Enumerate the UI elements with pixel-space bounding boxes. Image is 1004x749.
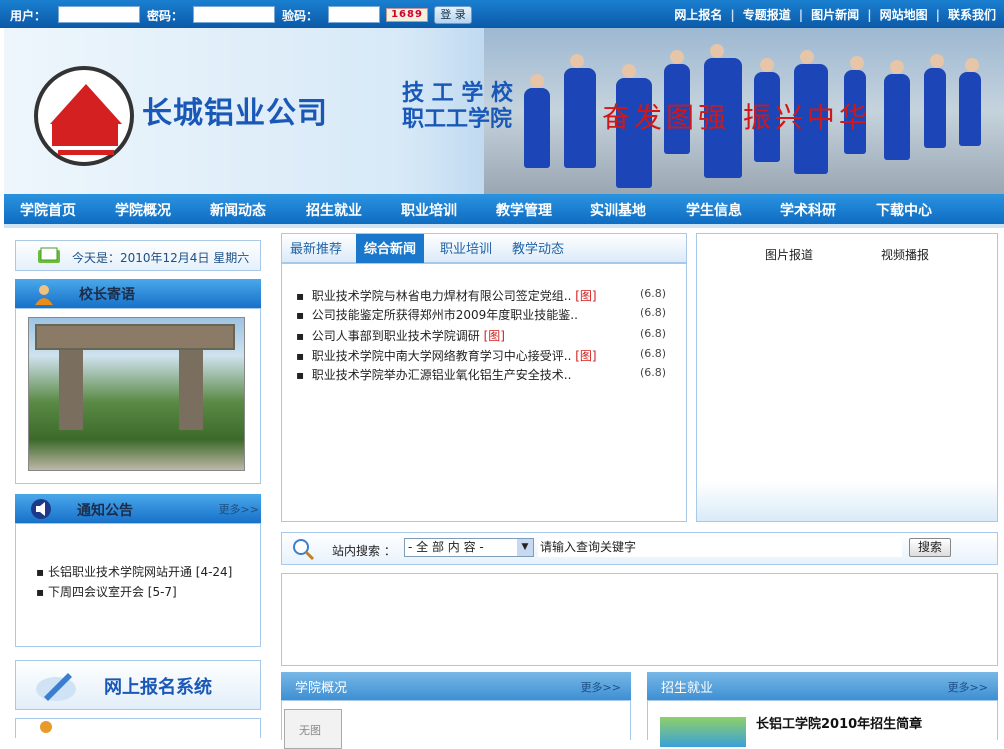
speaker-icon — [31, 499, 51, 519]
register-system-title: 网上报名系统 — [104, 677, 212, 698]
banner: 长城铝业公司 技 工 学 校 职工工学院 奋发图强 振兴中华 — [4, 28, 1004, 194]
register-system-banner[interactable]: 网上报名系统 — [15, 660, 261, 710]
search-input[interactable]: 请输入查询关键字 — [538, 538, 902, 557]
subtitle-line-1: 技 工 学 校 — [402, 80, 513, 106]
nav-training[interactable]: 职业培训 — [401, 200, 457, 220]
username-label: 用户： — [10, 9, 47, 23]
notice-panel: ▪ 长铝职业技术学院网站开通 [4-24] ▪ 下周四会议室开会 [5-7] — [15, 523, 261, 647]
media-panel: 图片报道 视频播报 — [696, 233, 998, 522]
nav-admission[interactable]: 招生就业 — [306, 200, 362, 220]
link-special-reports[interactable]: 专题报道 — [743, 8, 791, 22]
next-box — [15, 718, 261, 738]
subtitle-line-2: 职工工学院 — [402, 106, 513, 132]
principal-panel — [15, 308, 261, 484]
admission-headline[interactable]: 长铝工学院2010年招生简章 — [756, 713, 922, 732]
captcha-input[interactable] — [328, 6, 380, 23]
news-item[interactable]: ▪ 公司人事部到职业技术学院调研 [图] (6.8) — [296, 327, 676, 344]
link-register[interactable]: 网上报名 — [674, 8, 722, 22]
link-sitemap[interactable]: 网站地图 — [880, 8, 928, 22]
nav-news[interactable]: 新闻动态 — [210, 200, 266, 220]
top-links: 网上报名 | 专题报道 | 图片新闻 | 网站地图 | 联系我们 — [674, 8, 996, 22]
admission-title: 招生就业 — [661, 681, 714, 696]
notice-header: 通知公告 更多>> — [15, 494, 261, 523]
chevron-down-icon: ▼ — [517, 539, 533, 556]
slogan: 奋发图强 振兴中华 — [602, 101, 871, 134]
search-bar: 站内搜索 ： - 全 部 内 容 - ▼ 请输入查询关键字 搜索 — [281, 532, 998, 565]
nav-divider — [4, 224, 1004, 228]
nav-teaching[interactable]: 教学管理 — [496, 200, 552, 220]
password-label: 密码： — [147, 9, 184, 23]
link-contact[interactable]: 联系我们 — [948, 8, 996, 22]
tab-latest[interactable]: 最新推荐 — [290, 238, 342, 257]
notice-item[interactable]: ▪ 下周四会议室开会 [5-7] — [36, 582, 232, 602]
school-logo — [34, 66, 134, 166]
tab-general-news[interactable]: 综合新闻 — [356, 234, 425, 263]
tab-video-report[interactable]: 视频播报 — [881, 246, 929, 263]
nav-students[interactable]: 学生信息 — [686, 200, 742, 220]
pen-icon — [36, 673, 76, 701]
college-panel: 无图 — [281, 700, 631, 749]
college-title: 学院概况 — [295, 681, 348, 696]
admission-header: 招生就业 更多>> — [647, 672, 998, 700]
login-button[interactable]: 登 录 — [434, 6, 472, 24]
notice-item[interactable]: ▪ 长铝职业技术学院网站开通 [4-24] — [36, 562, 232, 582]
admission-more-link[interactable]: 更多>> — [948, 679, 988, 695]
nav-overview[interactable]: 学院概况 — [115, 200, 171, 220]
person-icon — [35, 285, 53, 305]
top-bar: 用户： 密码： 验码： 1689 登 录 网上报名 | 专题报道 | 图片新闻 | 网站地图… — [0, 0, 1004, 28]
search-icon — [293, 539, 315, 561]
date-box: 今天是：2010年12月4日 星期六 — [15, 240, 261, 271]
notice-title: 通知公告 — [77, 503, 133, 519]
nav-downloads[interactable]: 下载中心 — [876, 200, 932, 220]
search-scope-select[interactable]: - 全 部 内 容 - ▼ — [404, 538, 534, 557]
news-item[interactable]: ▪ 公司技能鉴定所获得郑州市2009年度职业技能鉴.. (6.8) — [296, 306, 676, 323]
news-item[interactable]: ▪ 职业技术学院举办汇源铝业氧化铝生产安全技术.. (6.8) — [296, 366, 676, 383]
link-photo-news[interactable]: 图片新闻 — [811, 8, 859, 22]
book-icon — [38, 247, 60, 263]
school-subtitle: 技 工 学 校 职工工学院 — [402, 80, 513, 132]
main-nav: 学院首页 学院概况 新闻动态 招生就业 职业培训 教学管理 实训基地 学生信息 … — [4, 194, 1004, 224]
college-header: 学院概况 更多>> — [281, 672, 631, 700]
username-input[interactable] — [58, 6, 140, 23]
admission-panel: 长铝工学院2010年招生简章 — [647, 700, 998, 747]
notice-more-link[interactable]: 更多>> — [219, 501, 259, 517]
company-title: 长城铝业公司 — [142, 96, 328, 131]
news-item[interactable]: ▪ 职业技术学院中南大学网络教育学习中心接受评.. [图] (6.8) — [296, 347, 676, 364]
news-tab-bar: 最新推荐 综合新闻 职业培训 教学动态 — [281, 233, 687, 263]
person-icon — [40, 721, 52, 733]
principal-photo — [28, 317, 245, 471]
nav-practice-base[interactable]: 实训基地 — [590, 200, 646, 220]
today-text: 今天是：2010年12月4日 星期六 — [72, 251, 250, 265]
admission-thumbnail — [660, 717, 746, 747]
tab-vocational-training[interactable]: 职业培训 — [440, 238, 492, 257]
password-input[interactable] — [193, 6, 275, 23]
tab-teaching-news[interactable]: 教学动态 — [512, 238, 564, 257]
news-item[interactable]: ▪ 职业技术学院与林省电力焊材有限公司签定党组.. [图] (6.8) — [296, 287, 676, 304]
nav-home[interactable]: 学院首页 — [20, 200, 76, 220]
captcha-label: 验码： — [282, 9, 319, 23]
nav-research[interactable]: 学术科研 — [780, 200, 836, 220]
search-button[interactable]: 搜索 — [909, 538, 951, 557]
college-more-link[interactable]: 更多>> — [581, 679, 621, 695]
tab-photo-report[interactable]: 图片报道 — [765, 246, 813, 263]
search-label: 站内搜索 ： — [332, 544, 396, 558]
ad-panel — [281, 573, 998, 666]
principal-title: 校长寄语 — [79, 287, 135, 303]
captcha-image: 1689 — [386, 8, 428, 22]
principal-header: 校长寄语 — [15, 279, 261, 308]
no-image-placeholder: 无图 — [284, 709, 342, 749]
